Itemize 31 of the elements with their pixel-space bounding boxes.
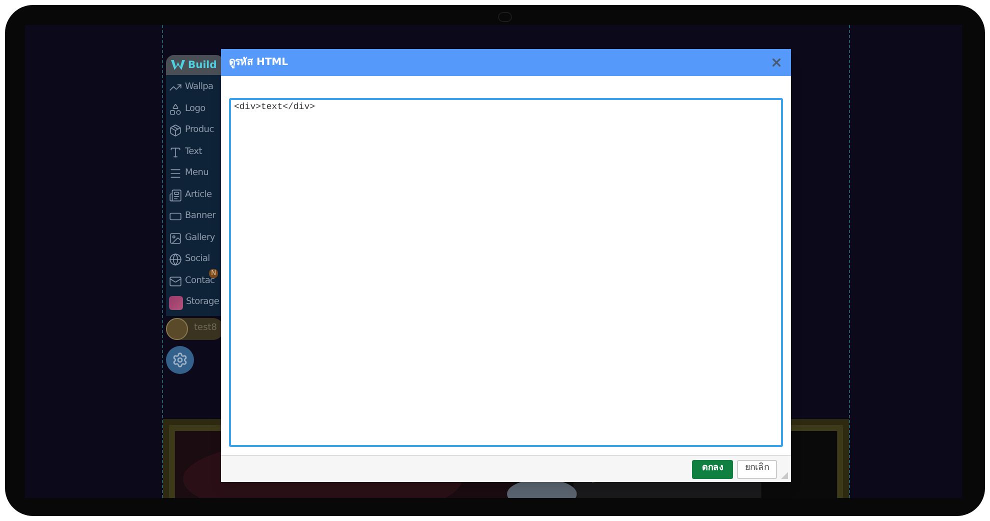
sidebar-item[interactable]: Storage [166,292,224,314]
article-icon [169,188,182,202]
avatar-icon [166,318,188,340]
code-field[interactable]: <div>text</div> [229,98,783,447]
menu-icon [169,167,182,180]
image-icon [169,232,182,245]
sidebar-item[interactable]: Social [166,249,224,270]
sidebar-item[interactable]: Banner [166,206,224,228]
ok-button[interactable]: ตกลง [692,460,733,478]
sidebar-item[interactable]: Article [166,184,224,206]
sidebar-item[interactable]: Menu [166,163,224,184]
close-button[interactable] [770,56,783,69]
globe-icon [169,253,182,266]
box-icon [169,124,182,138]
sidebar-item[interactable]: Gallery [166,228,224,249]
cancel-button[interactable]: ยกเลิก [737,460,777,478]
shapes-icon [169,102,182,116]
close-icon [770,56,783,69]
storage-icon [169,296,183,310]
sidebar-item[interactable]: Text [166,142,224,163]
w-logo-icon [171,60,185,70]
brand-title: Build [188,58,217,72]
resize-grip-icon [781,472,788,479]
settings-icon [172,352,188,368]
mail-icon [169,274,182,288]
dialog-title: ดูรหัส HTML [229,56,288,70]
sidebar-item[interactable]: Produc [166,120,224,142]
settings-button[interactable] [166,346,194,374]
type-icon [169,146,182,159]
sidebar-item[interactable]: Wallpa [166,77,224,98]
sidebar-item[interactable]: Logo [166,98,224,120]
